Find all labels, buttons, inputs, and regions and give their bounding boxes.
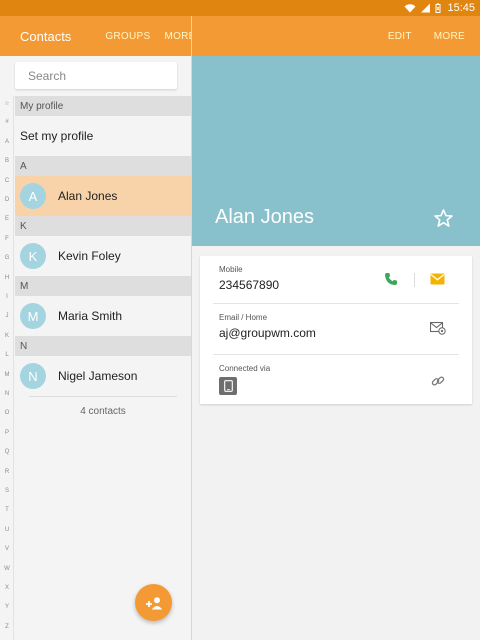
alpha-index-letter[interactable]: I — [0, 294, 14, 300]
alpha-index-letter[interactable]: R — [0, 469, 14, 475]
alpha-index-letter[interactable]: A — [0, 139, 14, 145]
edit-button[interactable]: EDIT — [388, 31, 412, 42]
email-value: aj@groupwm.com — [219, 326, 316, 340]
more-button-right[interactable]: MORE — [434, 31, 465, 42]
contacts-app-bar: Contacts GROUPS MORE — [0, 16, 195, 56]
alpha-index-letter[interactable]: L — [0, 352, 14, 358]
contact-item-alan-jones[interactable]: A Alan Jones — [15, 176, 191, 216]
avatar: M — [20, 303, 46, 329]
contact-name: Nigel Jameson — [58, 369, 138, 383]
mobile-label: Mobile — [219, 265, 243, 274]
email-row[interactable]: Email / Home aj@groupwm.com — [213, 304, 459, 352]
alpha-index-letter[interactable]: E — [0, 216, 14, 222]
alpha-index-letter[interactable]: C — [0, 178, 14, 184]
email-icon[interactable] — [430, 322, 446, 335]
alpha-index-letter[interactable]: W — [0, 566, 14, 572]
alpha-index-letter[interactable]: Z — [0, 624, 14, 630]
search-box[interactable] — [15, 62, 183, 89]
avatar: A — [20, 183, 46, 209]
section-header-m: M — [15, 276, 191, 296]
section-header-n: N — [15, 336, 191, 356]
email-label: Email / Home — [219, 313, 268, 322]
link-icon[interactable] — [431, 374, 445, 388]
wifi-icon — [404, 4, 416, 13]
status-time: 15:45 — [447, 2, 475, 14]
alpha-index-letter[interactable]: B — [0, 158, 14, 164]
contact-name: Alan Jones — [58, 189, 118, 203]
message-icon[interactable] — [430, 273, 445, 285]
section-header-k: K — [15, 216, 191, 236]
contact-name: Maria Smith — [58, 309, 123, 323]
status-bar: 15:45 — [0, 0, 480, 16]
alpha-index-letter[interactable]: V — [0, 546, 14, 552]
section-header-a: A — [15, 156, 191, 176]
phone-icon[interactable] — [384, 272, 398, 286]
alpha-index-letter[interactable]: Y — [0, 604, 14, 610]
contacts-list: My profile Set my profile A A Alan Jones… — [15, 96, 191, 426]
device-icon — [219, 377, 237, 395]
contact-item-nigel-jameson[interactable]: N Nigel Jameson — [15, 356, 191, 396]
signal-icon — [421, 3, 431, 13]
battery-icon — [435, 3, 441, 13]
add-contact-button[interactable] — [135, 584, 172, 621]
set-my-profile-item[interactable]: Set my profile — [15, 116, 191, 156]
alpha-index-letter[interactable]: P — [0, 430, 14, 436]
alpha-index-letter[interactable]: Q — [0, 449, 14, 455]
search-input[interactable] — [28, 68, 183, 83]
groups-button[interactable]: GROUPS — [105, 31, 150, 42]
alpha-index-letter[interactable]: T — [0, 507, 14, 513]
alpha-index-letter[interactable]: J — [0, 313, 14, 319]
contact-detail-panel: Alan Jones Mobile 234567890 Email / Home… — [192, 56, 480, 640]
contact-name: Kevin Foley — [58, 249, 121, 263]
alpha-index-letter[interactable]: # — [0, 119, 14, 125]
alpha-index-letter[interactable]: ☆ — [0, 100, 14, 107]
alpha-index-letter[interactable]: D — [0, 197, 14, 203]
favorite-star-icon[interactable] — [434, 209, 453, 227]
connected-via-label: Connected via — [219, 364, 271, 373]
mobile-row[interactable]: Mobile 234567890 — [200, 256, 472, 304]
section-header-my-profile: My profile — [15, 96, 191, 116]
alpha-index-letter[interactable]: O — [0, 410, 14, 416]
detail-app-bar: EDIT MORE — [192, 16, 480, 56]
mobile-value: 234567890 — [219, 278, 280, 292]
contacts-panel: ☆#ABCDEFGHIJKLMNOPQRSTUVWXYZ My profile … — [0, 56, 191, 640]
contact-detail-name: Alan Jones — [215, 206, 314, 228]
add-contact-icon — [145, 596, 162, 609]
alpha-index-letter[interactable]: H — [0, 275, 14, 281]
alpha-index-letter[interactable]: F — [0, 236, 14, 242]
contact-item-maria-smith[interactable]: M Maria Smith — [15, 296, 191, 336]
avatar: K — [20, 243, 46, 269]
connected-via-row[interactable]: Connected via — [213, 354, 459, 402]
contact-item-kevin-foley[interactable]: K Kevin Foley — [15, 236, 191, 276]
alpha-index-letter[interactable]: U — [0, 527, 14, 533]
avatar: N — [20, 363, 46, 389]
contact-info-card: Mobile 234567890 Email / Home aj@groupwm… — [200, 256, 472, 404]
alpha-index-letter[interactable]: X — [0, 585, 14, 591]
alpha-index-letter[interactable]: S — [0, 488, 14, 494]
app-title: Contacts — [20, 28, 72, 44]
contact-header: Alan Jones — [192, 56, 480, 246]
alphabet-index[interactable]: ☆ # A B C D E F G H I J K L M N O P Q R S T U V W X Y Z — [0, 96, 14, 640]
alpha-index-letter[interactable]: G — [0, 255, 14, 261]
alpha-index-letter[interactable]: M — [0, 372, 14, 378]
action-separator — [414, 273, 415, 287]
alpha-index-letter[interactable]: N — [0, 391, 14, 397]
contacts-count: 4 contacts — [29, 396, 177, 426]
alpha-index-letter[interactable]: K — [0, 333, 14, 339]
